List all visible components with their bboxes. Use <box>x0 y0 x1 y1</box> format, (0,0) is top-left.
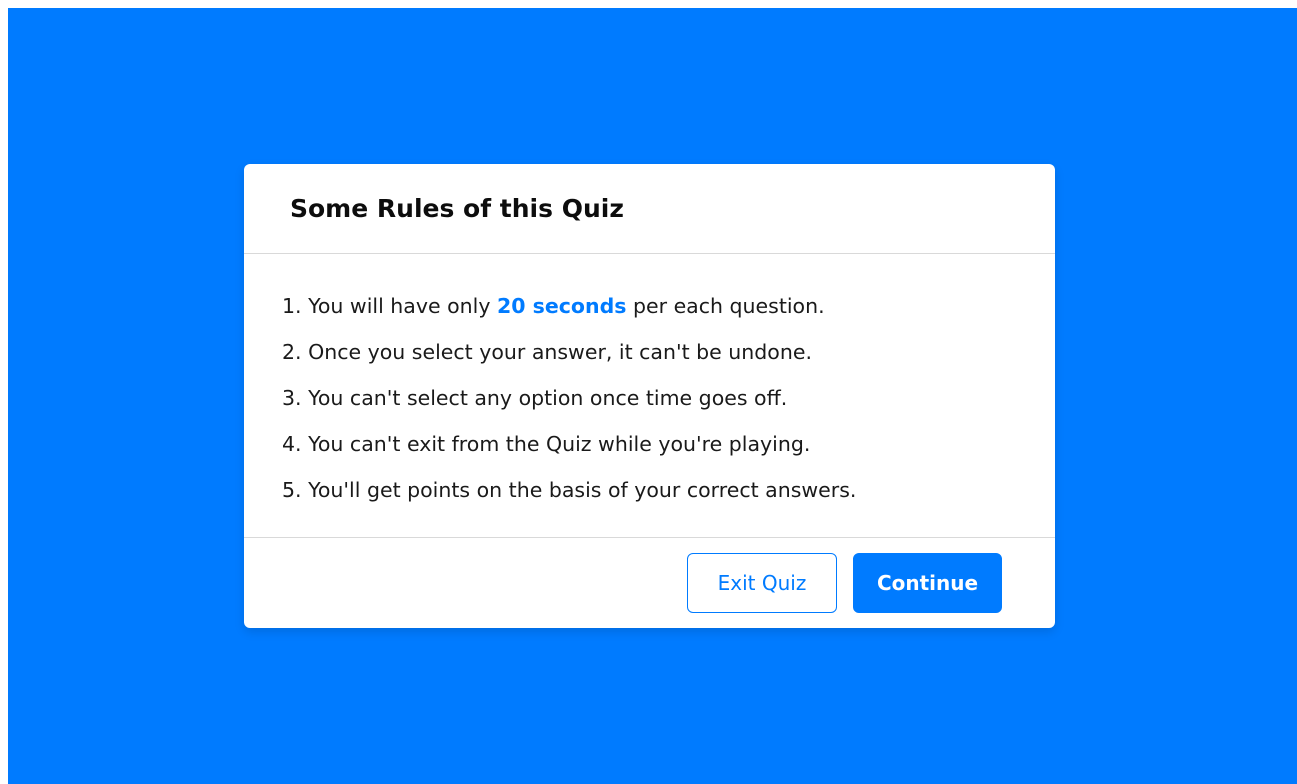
rule-item-5: 5. You'll get points on the basis of you… <box>282 478 857 502</box>
rule-1-prefix: 1. You will have only <box>282 294 497 318</box>
rules-dialog: Some Rules of this Quiz 1. You will have… <box>244 164 1055 628</box>
rule-1-highlight: 20 seconds <box>497 294 627 318</box>
rule-item-3: 3. You can't select any option once time… <box>282 386 788 410</box>
rule-item-1: 1. You will have only 20 seconds per eac… <box>282 283 1055 329</box>
dialog-footer: Exit Quiz Continue <box>244 538 1055 627</box>
dialog-title: Some Rules of this Quiz <box>290 194 624 223</box>
rule-item-2: 2. Once you select your answer, it can't… <box>282 340 812 364</box>
exit-quiz-button[interactable]: Exit Quiz <box>687 552 837 613</box>
rule-1-suffix: per each question. <box>626 294 825 318</box>
dialog-header: Some Rules of this Quiz <box>244 164 1055 254</box>
rules-list: 1. You will have only 20 seconds per eac… <box>244 254 1055 538</box>
continue-button[interactable]: Continue <box>853 552 1002 613</box>
page-background: Some Rules of this Quiz 1. You will have… <box>8 8 1297 784</box>
rule-item-4: 4. You can't exit from the Quiz while yo… <box>282 432 811 456</box>
